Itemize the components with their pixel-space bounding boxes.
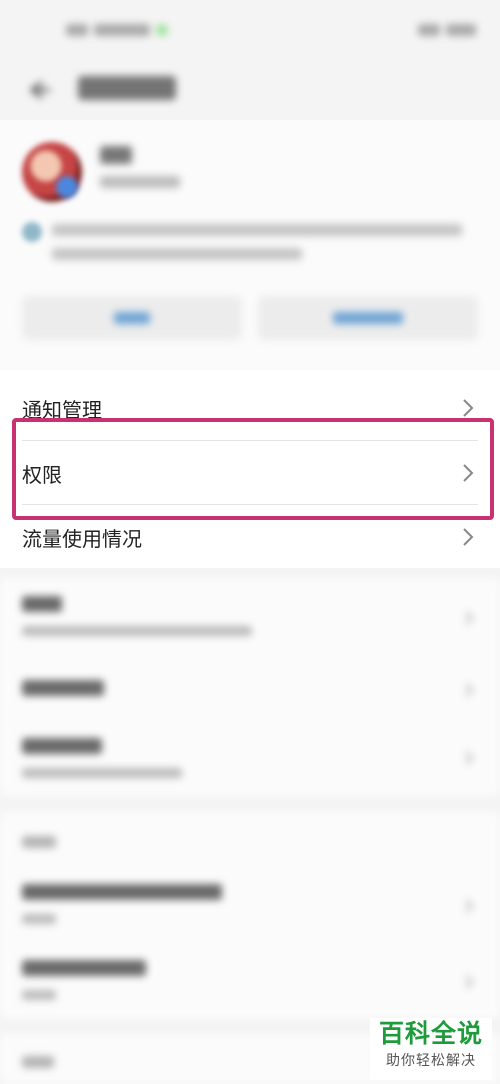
- modify-settings-row-subtitle-placeholder: [22, 990, 56, 1000]
- chevron-right-icon: [463, 528, 474, 546]
- uninstall-button[interactable]: [22, 296, 242, 340]
- app-badge-icon: [56, 176, 78, 198]
- app-version-placeholder: [100, 176, 180, 188]
- back-arrow-icon[interactable]: [22, 74, 54, 106]
- advanced-section-header-placeholder: [22, 836, 56, 848]
- app-info-card: [0, 120, 500, 370]
- watermark-title: 百科全说: [378, 1019, 483, 1048]
- storage-row-subtitle-placeholder: [22, 626, 252, 636]
- status-bar-glyph: [94, 24, 150, 36]
- status-bar: [0, 0, 500, 60]
- default-open-row-title-placeholder[interactable]: [22, 738, 102, 754]
- status-bar-glyph: [446, 24, 476, 36]
- chevron-right-icon: [463, 399, 474, 417]
- page-title-placeholder: [78, 74, 176, 100]
- chevron-right-icon: [465, 611, 474, 625]
- battery-row-title-placeholder[interactable]: [22, 680, 104, 696]
- chevron-right-icon: [465, 975, 474, 989]
- advanced-section: [0, 812, 500, 1018]
- status-bar-glyph: [66, 24, 88, 36]
- storage-section: [0, 578, 500, 796]
- chevron-right-icon: [465, 751, 474, 765]
- force-stop-button[interactable]: [258, 296, 478, 340]
- chevron-right-icon: [465, 683, 474, 697]
- battery-icon: [418, 24, 440, 36]
- app-description-placeholder: [52, 218, 472, 260]
- storage-row-title-placeholder[interactable]: [22, 596, 62, 612]
- status-bar-left: [66, 24, 168, 36]
- default-open-row-subtitle-placeholder: [22, 768, 182, 778]
- modify-settings-row-title-placeholder[interactable]: [22, 960, 146, 976]
- highlight-annotation-box: [12, 418, 494, 520]
- watermark-subtitle: 助你轻松解决: [386, 1053, 476, 1069]
- status-bar-indicator-icon: [156, 24, 168, 36]
- chevron-right-icon: [465, 899, 474, 913]
- info-icon: [22, 222, 42, 242]
- list-item-label: 流量使用情况: [22, 526, 142, 551]
- overlay-row-subtitle-placeholder: [22, 914, 56, 924]
- app-name-placeholder: [100, 146, 132, 164]
- watermark-logo: 百科全说 助你轻松解决: [370, 1018, 492, 1080]
- status-bar-right: [418, 24, 476, 36]
- app-bar: [0, 60, 500, 120]
- more-section-header-placeholder: [22, 1056, 54, 1068]
- overlay-row-title-placeholder[interactable]: [22, 884, 222, 900]
